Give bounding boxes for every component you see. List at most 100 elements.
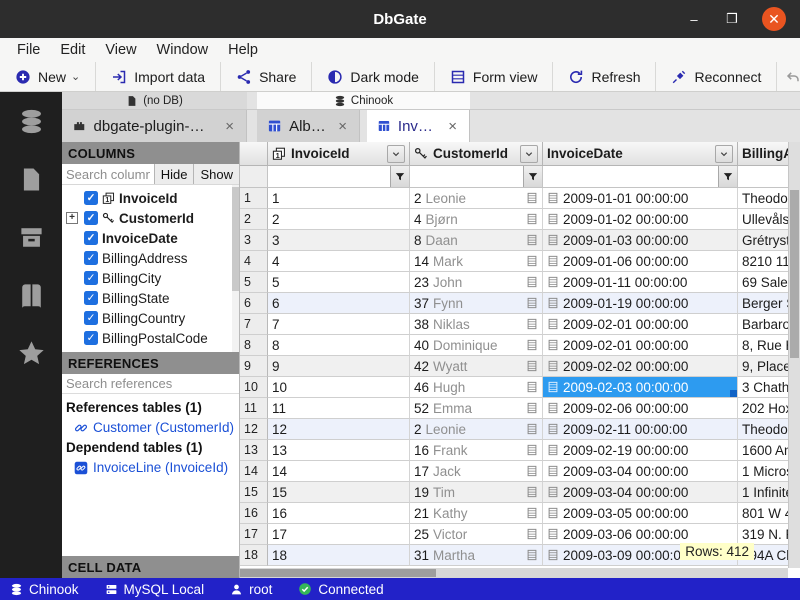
filter-input-customerid[interactable] — [410, 166, 523, 187]
cell-invoiceid[interactable]: 4 — [268, 251, 410, 272]
cell-customerid[interactable]: 23John — [410, 272, 543, 293]
cell-customerid[interactable]: 14Mark — [410, 251, 543, 272]
toolbar-button-import-data[interactable]: Import data — [96, 62, 221, 91]
cell-invoiceid[interactable]: 13 — [268, 440, 410, 461]
menu-item-view[interactable]: View — [96, 40, 145, 60]
cell-invoicedate[interactable]: 2009-03-04 00:00:00 — [543, 482, 738, 503]
cell-invoicedate[interactable]: 2009-03-06 00:00:00 — [543, 524, 738, 545]
cell-customerid[interactable]: 19Tim — [410, 482, 543, 503]
cell-customerid[interactable]: 21Kathy — [410, 503, 543, 524]
toolbar-button-undo[interactable]: Undo — [777, 62, 800, 91]
filter-input-invoicedate[interactable] — [543, 166, 718, 187]
cell-customerid[interactable]: 31Martha — [410, 545, 543, 566]
cell-invoiceid[interactable]: 14 — [268, 461, 410, 482]
tab-album[interactable]: Album× — [257, 110, 360, 142]
toolbar-button-reconnect[interactable]: Reconnect — [656, 62, 777, 91]
column-header-customerid[interactable]: CustomerId — [410, 142, 543, 166]
cell-invoiceid[interactable]: 10 — [268, 377, 410, 398]
cell-customerid[interactable]: 38Niklas — [410, 314, 543, 335]
cell-invoicedate[interactable]: 2009-03-04 00:00:00 — [543, 461, 738, 482]
cell-invoiceid[interactable]: 3 — [268, 230, 410, 251]
checkbox[interactable]: ✓ — [84, 271, 98, 285]
show-columns-button[interactable]: Show — [193, 164, 239, 184]
cell-invoiceid[interactable]: 2 — [268, 209, 410, 230]
search-columns-input[interactable] — [62, 164, 154, 184]
reference-link[interactable]: InvoiceLine (InvoiceId) — [62, 457, 239, 478]
cell-invoicedate[interactable]: 2009-01-03 00:00:00 — [543, 230, 738, 251]
column-tree-item[interactable]: ✓BillingAddress — [62, 248, 239, 268]
toolbar-button-dark-mode[interactable]: Dark mode — [312, 62, 434, 91]
toolbar-button-form-view[interactable]: Form view — [435, 62, 554, 91]
tab-dbgate-plugin-mssql[interactable]: dbgate-plugin-mssql× — [62, 110, 247, 142]
cell-customerid[interactable]: 2Leonie — [410, 419, 543, 440]
cell-customerid[interactable]: 37Fynn — [410, 293, 543, 314]
column-tree-item[interactable]: ✓1InvoiceId — [62, 188, 239, 208]
cell-invoicedate[interactable]: 2009-02-19 00:00:00 — [543, 440, 738, 461]
cell-invoicedate[interactable]: 2009-01-06 00:00:00 — [543, 251, 738, 272]
checkbox[interactable]: ✓ — [84, 231, 98, 245]
menu-item-window[interactable]: Window — [148, 40, 218, 60]
vertical-scrollbar[interactable] — [788, 142, 800, 568]
column-tree-item[interactable]: ✓InvoiceDate — [62, 228, 239, 248]
cell-invoicedate[interactable]: 2009-01-19 00:00:00 — [543, 293, 738, 314]
nav-archive-button[interactable] — [18, 224, 45, 251]
cell-customerid[interactable]: 2Leonie — [410, 188, 543, 209]
cell-invoicedate[interactable]: 2009-01-01 00:00:00 — [543, 188, 738, 209]
cell-invoiceid[interactable]: 15 — [268, 482, 410, 503]
close-icon[interactable]: × — [223, 118, 236, 135]
checkbox[interactable]: ✓ — [84, 291, 98, 305]
maximize-button[interactable]: ❒ — [724, 11, 740, 27]
cell-customerid[interactable]: 17Jack — [410, 461, 543, 482]
checkbox[interactable]: ✓ — [84, 311, 98, 325]
cell-invoicedate[interactable]: 2009-01-02 00:00:00 — [543, 209, 738, 230]
hide-columns-button[interactable]: Hide — [154, 164, 194, 184]
cell-invoiceid[interactable]: 9 — [268, 356, 410, 377]
cell-customerid[interactable]: 16Frank — [410, 440, 543, 461]
nav-star-button[interactable] — [18, 340, 45, 367]
sort-dropdown-button[interactable] — [387, 145, 405, 163]
cell-invoicedate[interactable]: 2009-03-05 00:00:00 — [543, 503, 738, 524]
filter-funnel-button[interactable] — [523, 166, 542, 187]
column-tree-item[interactable]: ✓BillingCountry — [62, 308, 239, 328]
search-references-input[interactable] — [62, 374, 239, 394]
cell-customerid[interactable]: 8Daan — [410, 230, 543, 251]
nav-database-button[interactable] — [18, 108, 45, 135]
toolbar-button-new[interactable]: New⌄ — [0, 62, 96, 91]
tab-invoice[interactable]: Invoice× — [367, 110, 470, 142]
checkbox[interactable]: ✓ — [84, 191, 98, 205]
cell-invoiceid[interactable]: 8 — [268, 335, 410, 356]
cell-invoicedate[interactable]: 2009-02-01 00:00:00 — [543, 314, 738, 335]
cell-customerid[interactable]: 4Bjørn — [410, 209, 543, 230]
column-header-invoicedate[interactable]: InvoiceDate — [543, 142, 738, 166]
reference-link[interactable]: Customer (CustomerId) — [62, 417, 239, 438]
column-tree-item[interactable]: +✓CustomerId — [62, 208, 239, 228]
toolbar-button-refresh[interactable]: Refresh — [553, 62, 656, 91]
column-tree-item[interactable]: ✓BillingState — [62, 288, 239, 308]
cell-customerid[interactable]: 46Hugh — [410, 377, 543, 398]
cell-invoiceid[interactable]: 1 — [268, 188, 410, 209]
cell-invoiceid[interactable]: 6 — [268, 293, 410, 314]
close-icon[interactable]: × — [446, 118, 459, 135]
cell-invoiceid[interactable]: 17 — [268, 524, 410, 545]
sort-dropdown-button[interactable] — [520, 145, 538, 163]
cell-invoiceid[interactable]: 18 — [268, 545, 410, 566]
menu-item-edit[interactable]: Edit — [51, 40, 94, 60]
close-icon[interactable]: × — [336, 118, 349, 135]
cell-customerid[interactable]: 25Victor — [410, 524, 543, 545]
cell-customerid[interactable]: 52Emma — [410, 398, 543, 419]
checkbox[interactable]: ✓ — [84, 251, 98, 265]
cell-invoiceid[interactable]: 16 — [268, 503, 410, 524]
filter-funnel-button[interactable] — [390, 166, 409, 187]
expand-icon[interactable]: + — [66, 212, 78, 224]
sort-dropdown-button[interactable] — [715, 145, 733, 163]
nav-book-button[interactable] — [18, 282, 45, 309]
cell-customerid[interactable]: 42Wyatt — [410, 356, 543, 377]
cell-invoiceid[interactable]: 7 — [268, 314, 410, 335]
cell-invoiceid[interactable]: 12 — [268, 419, 410, 440]
horizontal-scrollbar[interactable] — [240, 568, 788, 578]
filter-input-invoiceid[interactable] — [268, 166, 390, 187]
cell-customerid[interactable]: 40Dominique — [410, 335, 543, 356]
minimize-button[interactable]: – — [686, 12, 702, 27]
cell-invoicedate[interactable]: 2009-01-11 00:00:00 — [543, 272, 738, 293]
cell-invoicedate[interactable]: 2009-02-03 00:00:00 — [543, 377, 738, 398]
